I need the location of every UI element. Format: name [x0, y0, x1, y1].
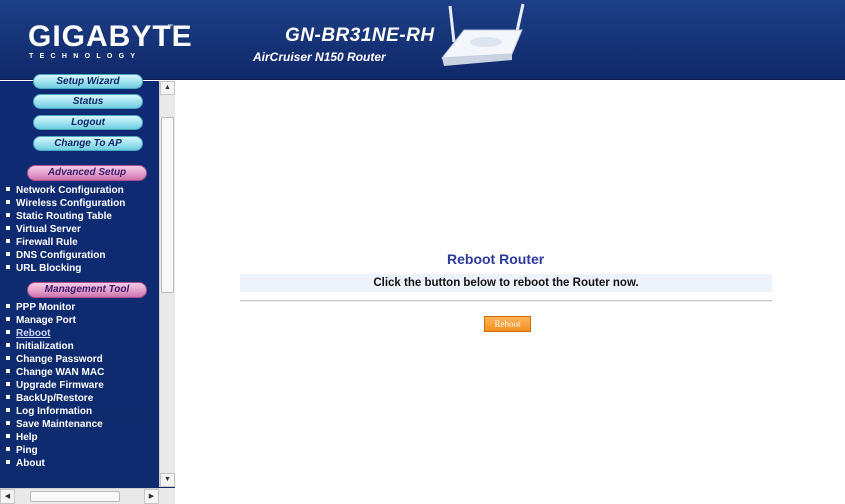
horizontal-scroll-thumb[interactable]	[30, 491, 120, 502]
sidebar-item-log-information[interactable]: Log Information	[6, 405, 92, 418]
bullet-icon	[6, 317, 10, 322]
sidebar-item-change-password[interactable]: Change Password	[6, 353, 103, 366]
sidebar-item-backup-restore[interactable]: BackUp/Restore	[6, 392, 93, 405]
router-model: GN-BR31NE-RH	[285, 25, 435, 46]
sidebar-item-help[interactable]: Help	[6, 431, 38, 444]
sidebar-item-wireless-configuration[interactable]: Wireless Configuration	[6, 197, 125, 210]
sidebar-item-firewall-rule[interactable]: Firewall Rule	[6, 236, 78, 249]
bullet-icon	[6, 239, 10, 244]
management-tool-heading: Management Tool	[27, 282, 147, 298]
bullet-icon	[6, 200, 10, 205]
sidebar-item-reboot[interactable]: Reboot	[6, 327, 50, 340]
bullet-icon	[6, 382, 10, 387]
router-submodel: AirCruiser N150 Router	[253, 50, 386, 64]
bullet-icon	[6, 252, 10, 257]
router-image-icon	[440, 3, 525, 66]
bullet-icon	[6, 330, 10, 335]
reboot-button[interactable]: Reboot	[484, 316, 531, 332]
bullet-icon	[6, 343, 10, 348]
bullet-icon	[6, 356, 10, 361]
status-button[interactable]: Status	[33, 94, 143, 109]
sidebar-item-save-maintenance[interactable]: Save Maintenance	[6, 418, 103, 431]
bullet-icon	[6, 434, 10, 439]
bullet-icon	[6, 304, 10, 309]
sidebar-vertical-scrollbar[interactable]: ▲ ▼	[159, 81, 175, 487]
bullet-icon	[6, 395, 10, 400]
bullet-icon	[6, 369, 10, 374]
sidebar-item-network-configuration[interactable]: Network Configuration	[6, 184, 124, 197]
bullet-icon	[6, 226, 10, 231]
bullet-icon	[6, 460, 10, 465]
sidebar-horizontal-scrollbar[interactable]: ◀ ▶	[0, 488, 159, 504]
change-to-ap-button[interactable]: Change To AP	[33, 136, 143, 151]
sidebar-item-upgrade-firmware[interactable]: Upgrade Firmware	[6, 379, 104, 392]
scroll-down-arrow-icon[interactable]: ▼	[160, 473, 175, 487]
bullet-icon	[6, 421, 10, 426]
main-content: Reboot Router Click the button below to …	[175, 81, 845, 504]
page-title: Reboot Router	[447, 251, 545, 267]
bullet-icon	[6, 187, 10, 192]
sidebar-item-dns-configuration[interactable]: DNS Configuration	[6, 249, 105, 262]
sidebar-nav: Setup Wizard Status Logout Change To AP …	[0, 74, 175, 504]
sidebar-item-static-routing-table[interactable]: Static Routing Table	[6, 210, 112, 223]
bullet-icon	[6, 213, 10, 218]
brand-subtitle: TECHNOLOGY	[29, 53, 142, 60]
sidebar-item-initialization[interactable]: Initialization	[6, 340, 74, 353]
header-banner: GIGABYTE ™ TECHNOLOGY GN-BR31NE-RH AirCr…	[0, 0, 845, 80]
reboot-instruction: Click the button below to reboot the Rou…	[240, 274, 772, 292]
sidebar-item-virtual-server[interactable]: Virtual Server	[6, 223, 81, 236]
scroll-left-arrow-icon[interactable]: ◀	[0, 489, 15, 504]
setup-wizard-button[interactable]: Setup Wizard	[33, 74, 143, 89]
bullet-icon	[6, 408, 10, 413]
sidebar-item-about[interactable]: About	[6, 457, 45, 470]
scroll-up-arrow-icon[interactable]: ▲	[160, 81, 175, 95]
sidebar-item-url-blocking[interactable]: URL Blocking	[6, 262, 81, 275]
advanced-setup-heading: Advanced Setup	[27, 165, 147, 181]
sidebar-item-change-wan-mac[interactable]: Change WAN MAC	[6, 366, 104, 379]
sidebar-item-manage-port[interactable]: Manage Port	[6, 314, 76, 327]
logout-button[interactable]: Logout	[33, 115, 143, 130]
scroll-right-arrow-icon[interactable]: ▶	[144, 489, 159, 504]
sidebar-item-ppp-monitor[interactable]: PPP Monitor	[6, 301, 75, 314]
vertical-scroll-thumb[interactable]	[161, 117, 174, 293]
sidebar-item-ping[interactable]: Ping	[6, 444, 38, 457]
scrollbar-corner	[159, 488, 175, 504]
bullet-icon	[6, 447, 10, 452]
divider	[240, 300, 772, 302]
trademark-mark: ™	[167, 24, 173, 30]
bullet-icon	[6, 265, 10, 270]
